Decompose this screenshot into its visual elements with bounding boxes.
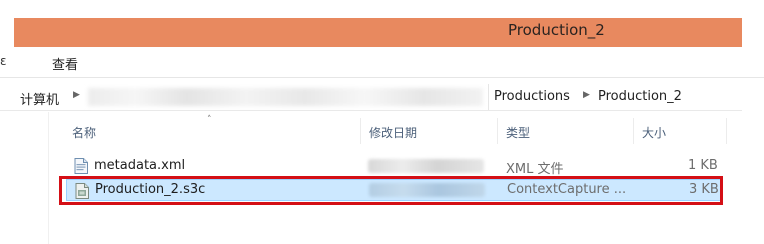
file-row[interactable]: metadata.xml XML 文件 1 KB (66, 155, 722, 177)
column-separator[interactable] (726, 118, 727, 144)
address-separator (488, 84, 489, 110)
breadcrumb-redacted (88, 88, 483, 106)
breadcrumb-productions[interactable]: Productions (494, 89, 570, 104)
ribbon-tabs: ε 查看 (0, 47, 764, 77)
sort-ascending-icon: ˄ (207, 115, 212, 125)
file-type: XML 文件 (506, 162, 564, 177)
breadcrumb-arrow-icon[interactable]: ▶ (73, 90, 80, 100)
file-type: ContextCapture ... (507, 182, 627, 197)
xml-file-icon (74, 158, 88, 174)
column-separator[interactable] (360, 118, 361, 144)
title-bar: Production_2 (14, 18, 742, 47)
column-header-date[interactable]: 修改日期 (369, 124, 417, 141)
breadcrumb-production-2[interactable]: Production_2 (598, 89, 682, 104)
file-date-redacted (369, 183, 485, 197)
file-row-selected[interactable]: Production_2.s3c ContextCapture ... 3 KB (66, 179, 722, 201)
column-header-type[interactable]: 类型 (506, 124, 530, 141)
file-name[interactable]: Production_2.s3c (95, 182, 205, 197)
breadcrumb-arrow-icon[interactable]: ▶ (583, 90, 590, 100)
breadcrumb-computer[interactable]: 计算机 (20, 89, 59, 108)
file-date-redacted (368, 159, 484, 173)
address-bar[interactable]: 计算机 ▶ Productions ▶ Production_2 (0, 84, 742, 111)
nav-pane-border (48, 112, 49, 244)
tab-file[interactable]: ε (0, 54, 7, 68)
column-header-size[interactable]: 大小 (642, 124, 666, 141)
file-name[interactable]: metadata.xml (94, 158, 185, 173)
file-size: 1 KB (688, 158, 718, 173)
file-size: 3 KB (689, 182, 719, 197)
window-title: Production_2 (508, 21, 605, 39)
s3c-file-icon (75, 183, 89, 199)
column-separator[interactable] (633, 118, 634, 144)
column-separator[interactable] (497, 118, 498, 144)
tab-view[interactable]: 查看 (52, 54, 78, 73)
ribbon-divider (0, 77, 764, 78)
column-header-name[interactable]: 名称 (72, 124, 96, 141)
